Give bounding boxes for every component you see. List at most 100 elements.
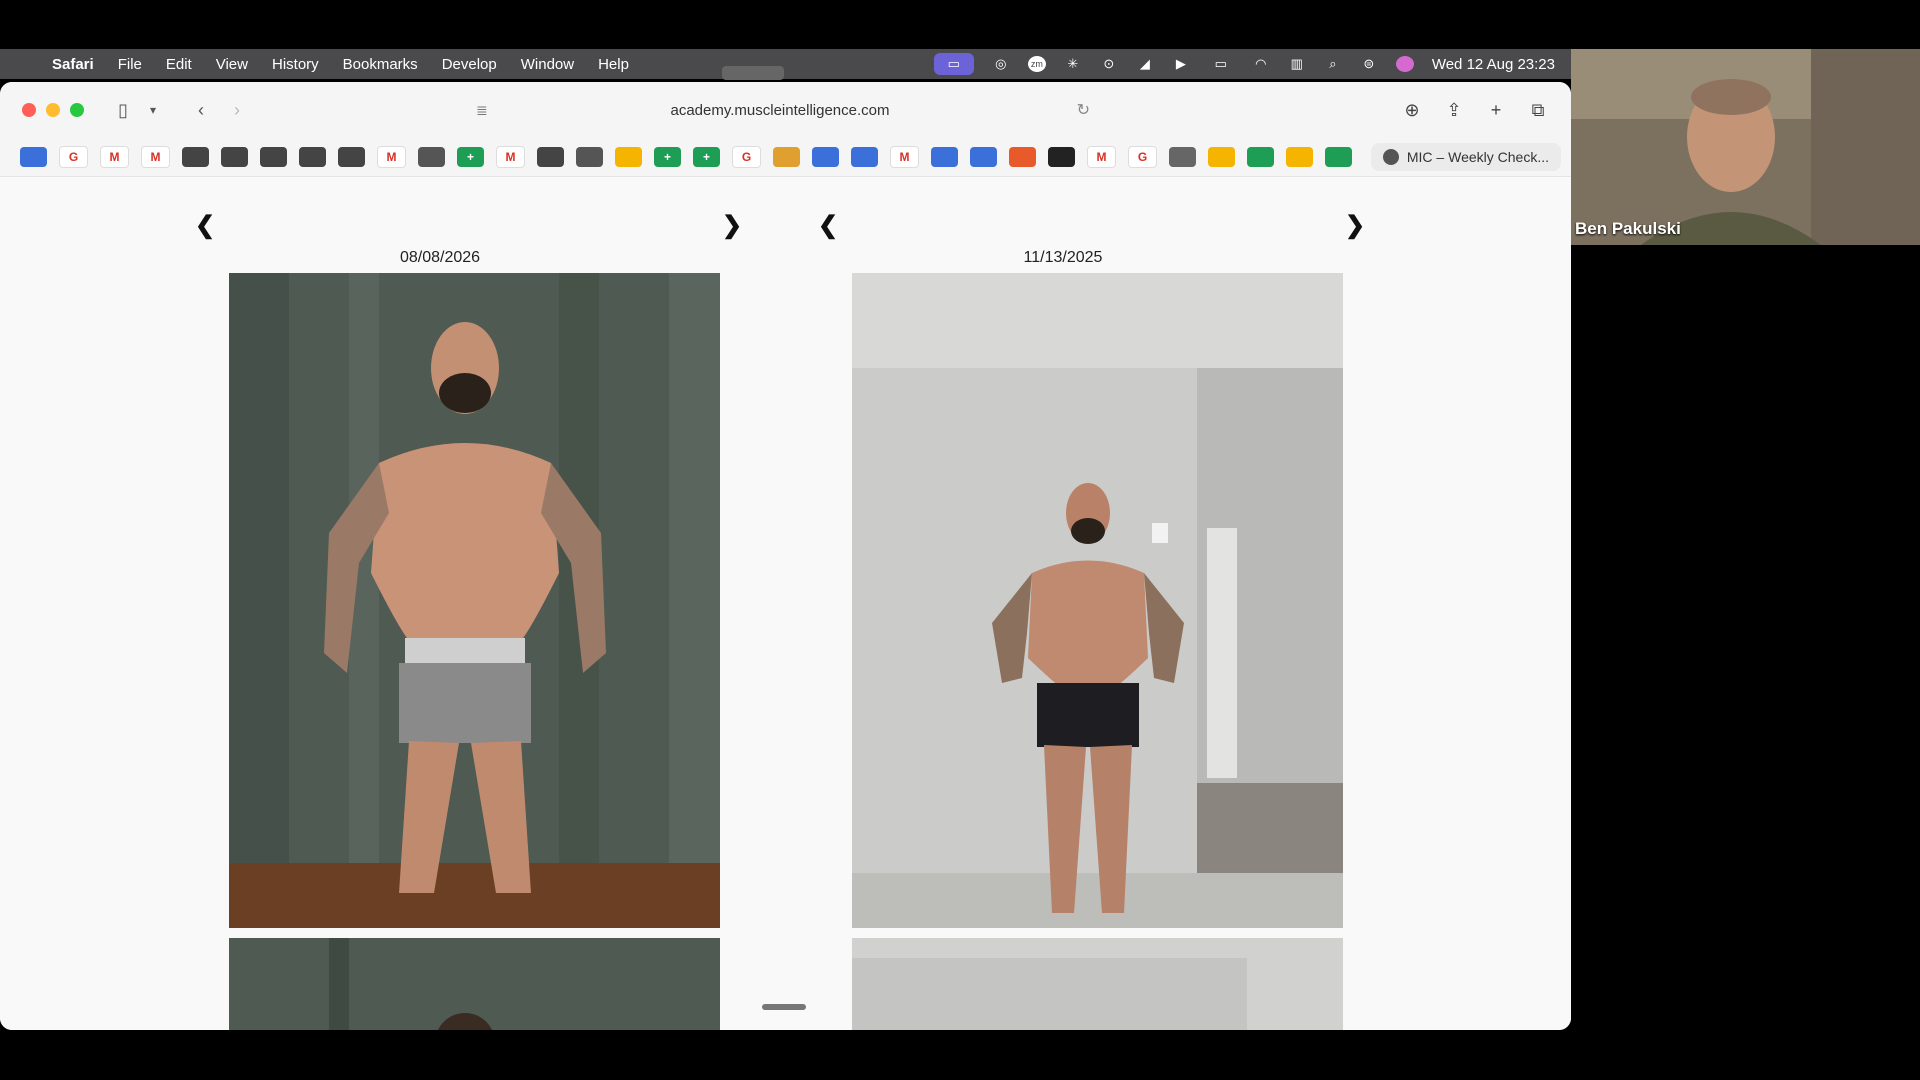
toolbar-right: ⊕ ⇪ + ⧉	[1401, 100, 1571, 121]
control-center-icon[interactable]: ⊜	[1360, 56, 1378, 72]
zoom-button[interactable]	[70, 103, 84, 117]
openai-icon[interactable]	[576, 147, 603, 167]
url-text: academy.muscleintelligence.com	[670, 101, 890, 119]
tab-favicon-icon	[1382, 149, 1399, 165]
close-button[interactable]	[22, 103, 36, 117]
wifi-icon[interactable]: ◠	[1252, 56, 1270, 72]
active-tab[interactable]: MIC – Weekly Check...	[1370, 143, 1561, 171]
favorites-bar: G M M M + M + + G M M G MIC – Weekly Check...	[0, 138, 1571, 177]
app-icon[interactable]: ⊙	[1100, 56, 1118, 72]
right-next-arrow[interactable]: ❯	[1345, 211, 1365, 240]
status-area: ▭ ◎ zm ✳ ⊙ ◢ ▶ ▭ ◠ ▥ ⌕ ⊜ Wed 12 Aug 23:2…	[933, 53, 1571, 75]
gmail-icon[interactable]: M	[1087, 146, 1116, 168]
gmail-icon[interactable]: M	[890, 146, 919, 168]
menu-bookmarks[interactable]: Bookmarks	[331, 56, 430, 73]
play-icon[interactable]: ▶	[1172, 56, 1190, 72]
shield-icon[interactable]	[1048, 147, 1075, 167]
openai-icon[interactable]	[182, 147, 209, 167]
download-icon[interactable]: ⊕	[1401, 100, 1423, 121]
site-settings-icon[interactable]: ≣	[476, 102, 488, 119]
new-tab-icon[interactable]: +	[1485, 100, 1507, 121]
swirl-icon[interactable]: ◎	[992, 56, 1010, 72]
gmail-icon[interactable]: M	[377, 146, 406, 168]
participant-name: Ben Pakulski	[1575, 219, 1681, 238]
progress-photo-left	[229, 273, 720, 928]
drive-icon[interactable]	[615, 147, 642, 167]
siri-icon[interactable]	[1395, 56, 1414, 72]
screen-share-icon[interactable]: ▭	[933, 53, 974, 75]
search-icon[interactable]: ⌕	[1324, 56, 1342, 72]
left-date: 08/08/2026	[399, 249, 481, 266]
menu-view[interactable]: View	[204, 56, 260, 73]
menu-history[interactable]: History	[260, 56, 331, 73]
toolbar: ▯ ▾ ‹ › ≣ academy.muscleintelligence.com…	[0, 82, 1571, 138]
sheets-icon[interactable]	[1325, 147, 1352, 167]
openai-icon[interactable]	[537, 147, 564, 167]
gmail-icon[interactable]: M	[141, 146, 170, 168]
participant-video: Ben Pakulski	[1571, 49, 1920, 245]
sparkle-icon[interactable]: ✳	[1064, 56, 1082, 72]
google-icon[interactable]: G	[1128, 146, 1157, 168]
address-bar[interactable]: ≣ academy.muscleintelligence.com ↻	[470, 94, 1090, 126]
gmail-icon[interactable]: M	[100, 146, 129, 168]
gear-icon[interactable]	[851, 147, 878, 167]
forward-icon[interactable]: ›	[226, 100, 248, 121]
stats-icon[interactable]: ▥	[1288, 56, 1306, 72]
menu-window[interactable]: Window	[509, 56, 586, 73]
progress-photo-left-next	[229, 938, 720, 1030]
reload-icon[interactable]: ↻	[1077, 100, 1090, 120]
right-prev-arrow[interactable]: ❮	[818, 211, 838, 240]
menu-edit[interactable]: Edit	[154, 56, 204, 73]
drive-icon[interactable]	[1208, 147, 1235, 167]
zoom-icon[interactable]: zm	[1027, 56, 1046, 72]
tab-title: MIC – Weekly Check...	[1406, 149, 1549, 165]
gmail-icon[interactable]: M	[496, 146, 525, 168]
screen-share-indicator	[722, 66, 784, 80]
card-icon[interactable]	[1247, 147, 1274, 167]
menu-app-safari[interactable]: Safari	[40, 56, 106, 73]
menu-help[interactable]: Help	[586, 56, 641, 73]
menu-clock[interactable]: Wed 12 Aug 23:23	[1432, 56, 1555, 73]
scroll-indicator[interactable]	[762, 1004, 806, 1010]
google-icon[interactable]: G	[732, 146, 761, 168]
sidebar-icon[interactable]: ▯	[112, 100, 134, 121]
sheets-icon[interactable]: +	[693, 147, 720, 167]
browser-window: ▯ ▾ ‹ › ≣ academy.muscleintelligence.com…	[0, 82, 1571, 1030]
gear-icon[interactable]	[931, 147, 958, 167]
back-icon[interactable]: ‹	[190, 100, 212, 121]
comparison-left: ❮ ❯ 08/08/2026	[170, 177, 742, 1030]
leaf-icon[interactable]	[773, 147, 800, 167]
menu-file[interactable]: File	[106, 56, 154, 73]
sheets-icon[interactable]: +	[654, 147, 681, 167]
circle-icon[interactable]	[1169, 147, 1196, 167]
openai-icon[interactable]	[221, 147, 248, 167]
gear-icon[interactable]	[20, 147, 47, 167]
tab-overview-icon[interactable]: ⧉	[1527, 100, 1549, 121]
menu-bar: Safari File Edit View History Bookmarks …	[0, 49, 1571, 79]
openai-icon[interactable]	[260, 147, 287, 167]
screen: Safari File Edit View History Bookmarks …	[0, 0, 1920, 1080]
menu-develop[interactable]: Develop	[430, 56, 509, 73]
left-next-arrow[interactable]: ❯	[722, 211, 742, 240]
right-date: 11/13/2025	[1023, 249, 1103, 266]
gear-icon[interactable]	[970, 147, 997, 167]
left-prev-arrow[interactable]: ❮	[195, 211, 215, 240]
megaphone-icon[interactable]: ◢	[1136, 56, 1154, 72]
gear-icon[interactable]	[812, 147, 839, 167]
progress-photo-right	[852, 273, 1343, 928]
page-content: ❮ ❯ 08/08/2026 ❮ ❯ 11/13/2025	[0, 177, 1571, 1030]
google-icon[interactable]: G	[59, 146, 88, 168]
bookmark-icon[interactable]	[1009, 147, 1036, 167]
minimize-button[interactable]	[46, 103, 60, 117]
participant-video-image	[1571, 49, 1920, 245]
openai-icon[interactable]	[338, 147, 365, 167]
sheets-icon[interactable]: +	[457, 147, 484, 167]
share-icon[interactable]: ⇪	[1443, 100, 1465, 121]
battery-icon[interactable]: ▭	[1208, 56, 1234, 72]
openai-icon[interactable]	[299, 147, 326, 167]
window-controls	[22, 103, 84, 117]
drive-icon[interactable]	[1286, 147, 1313, 167]
chevron-down-icon[interactable]: ▾	[142, 103, 164, 117]
openai-icon[interactable]	[418, 147, 445, 167]
comparison-right: ❮ ❯ 11/13/2025	[793, 177, 1365, 1030]
